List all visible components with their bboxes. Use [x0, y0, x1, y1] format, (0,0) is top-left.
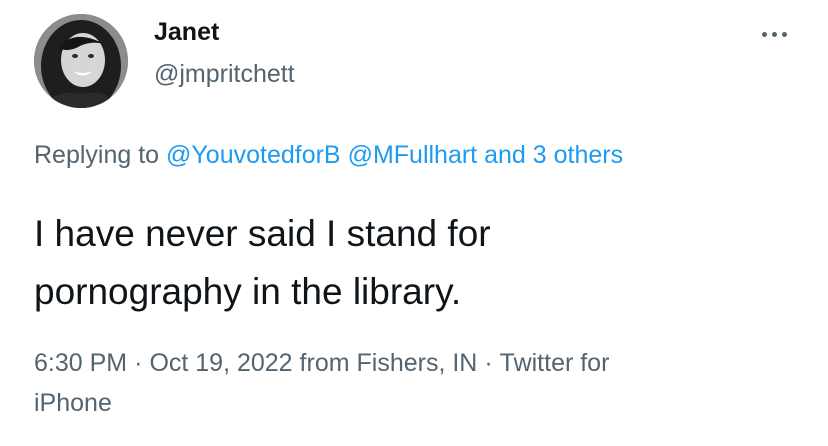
tweet-text: I have never said I stand for pornograph… [34, 205, 734, 321]
others-link[interactable]: and 3 others [484, 141, 623, 169]
tweet-source-continued: iPhone [34, 389, 112, 417]
tweet-card: Janet @jmpritchett Replying to @Youvoted… [0, 0, 828, 446]
tweet-source: Twitter for [499, 349, 610, 377]
more-dot [781, 31, 787, 37]
mention-link[interactable]: @YouvotedforB [166, 141, 341, 169]
avatar-photo [34, 14, 128, 108]
meta-separator: · [484, 349, 493, 377]
user-handle[interactable]: @jmpritchett [154, 60, 295, 89]
tweet-text-line: pornography in the library. [34, 271, 462, 312]
avatar[interactable] [34, 14, 128, 108]
tweet-text-line: I have never said I stand for [34, 213, 491, 254]
more-dot [761, 31, 767, 37]
more-horizontal-icon[interactable] [752, 22, 796, 46]
replying-to-label: Replying to [34, 141, 160, 169]
meta-separator: · [134, 349, 143, 377]
mention-link[interactable]: @MFullhart [348, 141, 478, 169]
more-dot [771, 31, 777, 37]
tweet-meta: 6:30 PM · Oct 19, 2022 from Fishers, IN · Tw… [34, 343, 774, 423]
tweet-location: from Fishers, IN [299, 349, 478, 377]
meta-line: 6:30 PM · Oct 19, 2022 from Fishers, IN · Tw… [34, 343, 774, 383]
tweet-time[interactable]: 6:30 PM [34, 349, 127, 377]
tweet-date[interactable]: Oct 19, 2022 [149, 349, 292, 377]
display-name[interactable]: Janet [154, 18, 219, 47]
replying-to: Replying to @YouvotedforB @MFullhart and… [34, 141, 623, 170]
